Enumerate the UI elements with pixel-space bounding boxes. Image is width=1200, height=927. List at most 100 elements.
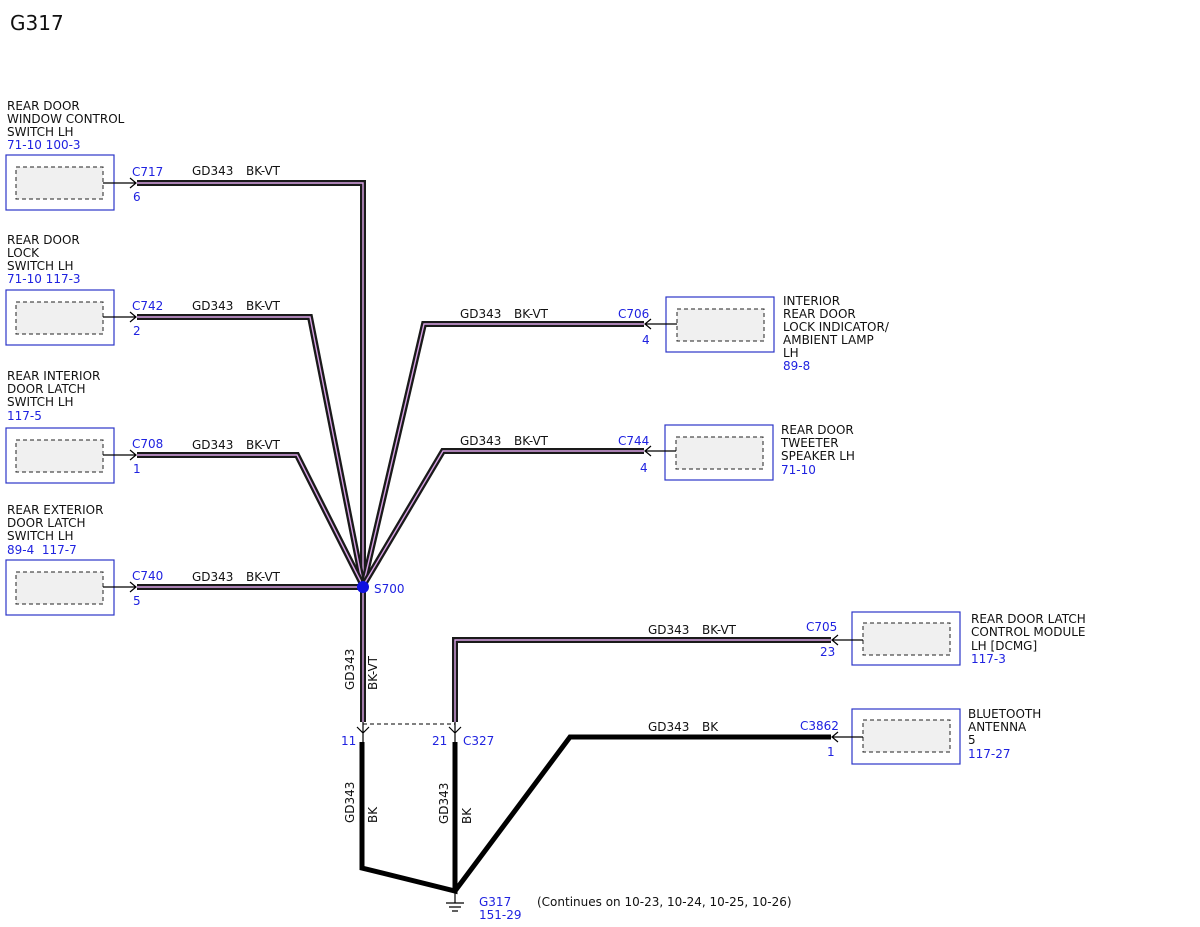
connector-id: C740 xyxy=(132,569,163,583)
ground-label: G317 xyxy=(479,895,511,909)
component-label: REAR INTERIOR xyxy=(7,369,100,383)
component-ref: 71-10 117-3 xyxy=(7,272,81,286)
wire-circuit: GD343 xyxy=(437,783,451,824)
connector-pin: 11 xyxy=(341,734,356,748)
connector-stubs-right xyxy=(644,318,863,743)
component-label: DOOR LATCH xyxy=(7,516,86,530)
component-inner xyxy=(15,439,104,473)
connector-pin: 1 xyxy=(133,462,141,476)
component-inner xyxy=(862,719,951,753)
wire-circuit: GD343 xyxy=(192,438,233,452)
component-inner xyxy=(15,166,104,200)
wire-circuit: GD343 xyxy=(648,623,689,637)
component-label: TWEETER xyxy=(780,436,839,450)
connector-pin: 1 xyxy=(827,745,835,759)
component-interior-latch: REAR INTERIOR DOOR LATCH SWITCH LH 117-5 xyxy=(5,369,115,484)
wiring-diagram: G317 REAR DOOR WINDOW CONTROL SWITCH LH … xyxy=(5,11,1086,922)
component-label: AMBIENT LAMP xyxy=(783,333,874,347)
diagram-title: G317 xyxy=(10,11,64,35)
wire-circuit: GD343 xyxy=(343,782,357,823)
splice-label: S700 xyxy=(374,582,405,596)
wire-color: BK xyxy=(702,720,719,734)
component-exterior-latch: REAR EXTERIOR DOOR LATCH SWITCH LH 89-4 … xyxy=(5,503,115,616)
component-label: ANTENNA xyxy=(968,720,1027,734)
connector-id: C706 xyxy=(618,307,649,321)
wire-color: BK-VT xyxy=(246,164,281,178)
wire-color: BK-VT xyxy=(246,438,281,452)
component-label: REAR DOOR xyxy=(7,99,80,113)
component-label: INTERIOR xyxy=(783,294,840,308)
component-window-switch: REAR DOOR WINDOW CONTROL SWITCH LH 71-10… xyxy=(5,99,125,211)
component-label: LOCK INDICATOR/ xyxy=(783,320,890,334)
component-label: REAR EXTERIOR xyxy=(7,503,103,517)
component-label: DOOR LATCH xyxy=(7,382,86,396)
component-label: CONTROL MODULE xyxy=(971,625,1086,639)
component-label: BLUETOOTH xyxy=(968,707,1041,721)
wire-color: BK-VT xyxy=(366,655,380,690)
connector-id: C327 xyxy=(463,734,494,748)
wire-color: BK-VT xyxy=(246,570,281,584)
wire-color: BK-VT xyxy=(514,434,549,448)
connector-id: C717 xyxy=(132,165,163,179)
component-ref: 117-3 xyxy=(971,652,1006,666)
component-label: WINDOW CONTROL xyxy=(7,112,125,126)
wire-circuit: GD343 xyxy=(192,164,233,178)
wire-color: BK-VT xyxy=(702,623,737,637)
connector-id: C744 xyxy=(618,434,649,448)
component-label: SWITCH LH xyxy=(7,529,74,543)
component-label: LH xyxy=(783,346,799,360)
wire-color: BK xyxy=(366,806,380,823)
component-label: 5 xyxy=(968,733,976,747)
connector-id: C705 xyxy=(806,620,837,634)
connector-pin: 5 xyxy=(133,594,141,608)
connector-pin: 6 xyxy=(133,190,141,204)
component-label: LH [DCMG] xyxy=(971,639,1037,653)
component-ref: 117-27 xyxy=(968,747,1011,761)
connector-pin: 4 xyxy=(642,333,650,347)
component-inner xyxy=(15,571,104,605)
component-label: SPEAKER LH xyxy=(781,449,855,463)
component-label: REAR DOOR xyxy=(7,233,80,247)
splice-dot xyxy=(357,581,369,593)
component-label: SWITCH LH xyxy=(7,395,74,409)
connector-id: C3862 xyxy=(800,719,839,733)
connector-arrow xyxy=(356,722,370,742)
continuation-note: (Continues on 10-23, 10-24, 10-25, 10-26… xyxy=(537,895,792,909)
connector-id: C708 xyxy=(132,437,163,451)
component-lock-switch: REAR DOOR LOCK SWITCH LH 71-10 117-3 xyxy=(5,233,115,346)
component-latch-module: REAR DOOR LATCH CONTROL MODULE LH [DCMG]… xyxy=(851,611,1086,666)
connector-arrow xyxy=(448,722,462,742)
component-ref: 89-8 xyxy=(783,359,810,373)
component-label: REAR DOOR xyxy=(781,423,854,437)
ground-ref: 151-29 xyxy=(479,908,522,922)
wire-circuit: GD343 xyxy=(460,434,501,448)
component-ref: 89-4 117-7 xyxy=(7,543,77,557)
ground-icon xyxy=(446,891,464,912)
connector-id: C742 xyxy=(132,299,163,313)
component-label: LOCK xyxy=(7,246,40,260)
wire-circuit: GD343 xyxy=(648,720,689,734)
component-lock-indicator: INTERIOR REAR DOOR LOCK INDICATOR/ AMBIE… xyxy=(665,294,890,373)
component-ref: 71-10 xyxy=(781,463,816,477)
component-label: SWITCH LH xyxy=(7,259,74,273)
wire-color: BK-VT xyxy=(514,307,549,321)
wire-circuit: GD343 xyxy=(343,649,357,690)
wire-color: BK xyxy=(460,807,474,824)
component-ref: 71-10 100-3 xyxy=(7,138,81,152)
component-inner xyxy=(676,308,765,342)
component-inner xyxy=(862,622,951,656)
connector-pin: 23 xyxy=(820,645,835,659)
connector-pin: 21 xyxy=(432,734,447,748)
component-ref: 117-5 xyxy=(7,409,42,423)
component-label: SWITCH LH xyxy=(7,125,74,139)
component-tweeter: REAR DOOR TWEETER SPEAKER LH 71-10 xyxy=(664,423,855,481)
component-label: REAR DOOR LATCH xyxy=(971,612,1086,626)
connector-pin: 2 xyxy=(133,324,141,338)
component-bluetooth-antenna: BLUETOOTH ANTENNA 5 117-27 xyxy=(851,707,1041,765)
connector-pin: 4 xyxy=(640,461,648,475)
connector-stubs-left xyxy=(103,177,137,593)
component-inner xyxy=(15,301,104,335)
wire-color: BK-VT xyxy=(246,299,281,313)
component-inner xyxy=(675,436,764,470)
component-label: REAR DOOR xyxy=(783,307,856,321)
